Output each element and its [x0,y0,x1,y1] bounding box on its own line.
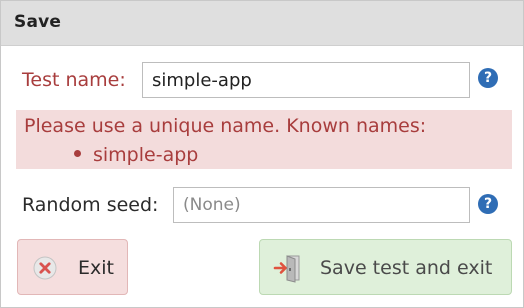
test-name-label: Test name: [22,69,126,91]
dialog-header: Save [1,1,523,46]
save-button-label: Save test and exit [320,257,493,279]
bullet-icon [74,150,81,157]
times-circle-icon [33,256,57,280]
random-seed-input[interactable] [173,187,470,223]
dialog-title: Save [14,12,62,32]
test-name-help-icon[interactable]: ? [478,68,498,88]
known-name-item: simple-app [74,143,198,167]
known-name-text: simple-app [93,144,199,166]
error-message: Please use a unique name. Known names: [24,115,427,137]
save-dialog: Save Test name: ? Please use a unique na… [0,0,524,308]
test-name-input[interactable] [142,62,470,98]
random-seed-label: Random seed: [22,194,159,216]
random-seed-help-icon[interactable]: ? [478,194,498,214]
error-message-box: Please use a unique name. Known names: s… [16,110,512,169]
exit-button-label: Exit [78,257,114,279]
exit-button[interactable]: Exit [17,239,128,295]
save-test-and-exit-button[interactable]: Save test and exit [259,239,512,295]
sign-out-door-icon [273,255,300,283]
